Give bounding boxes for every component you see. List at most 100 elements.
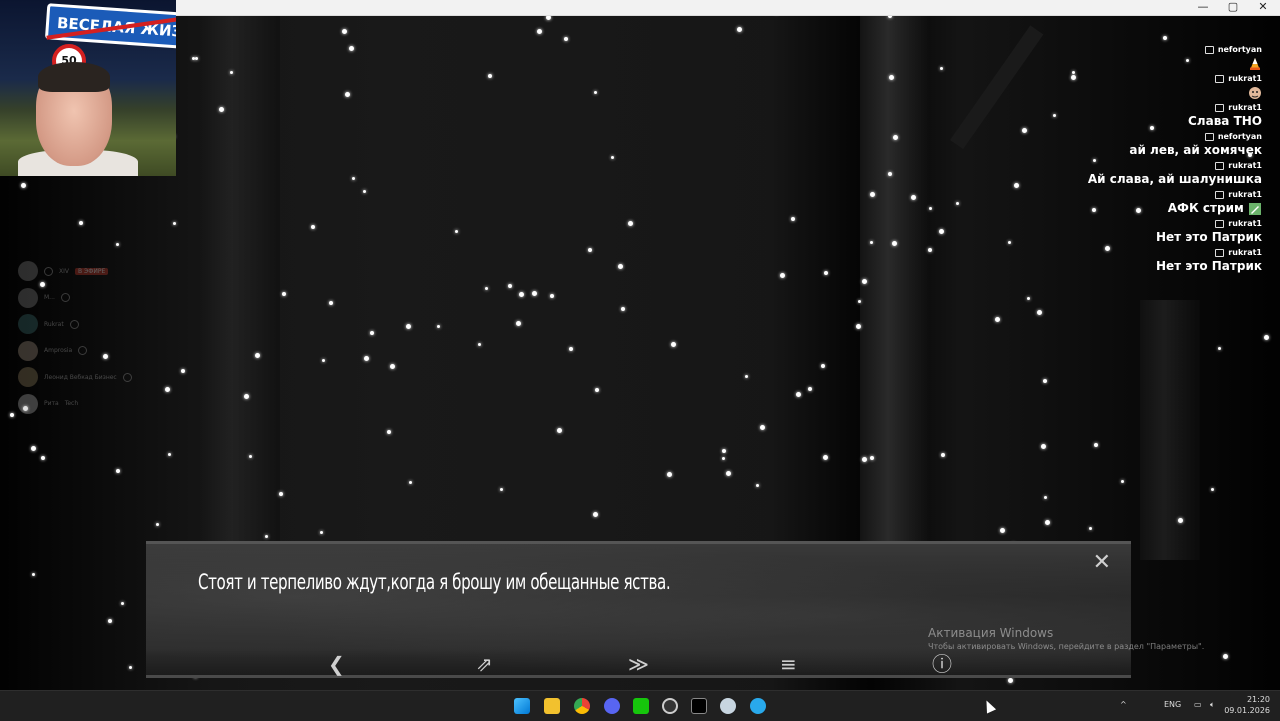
snowflake	[595, 388, 599, 392]
snowflake	[1045, 520, 1050, 525]
chat-username: rukrat1	[1228, 74, 1262, 83]
capcut-icon[interactable]	[691, 698, 707, 714]
snowflake	[488, 74, 492, 78]
watermark-title: Активация Windows	[928, 626, 1054, 640]
snowflake	[500, 488, 503, 491]
streamer-hair	[38, 62, 110, 92]
snowflake	[390, 364, 395, 369]
snowflake	[282, 292, 286, 296]
back-icon[interactable]: ❮	[328, 654, 345, 674]
chat-text: ай лев, ай хомячек	[1129, 143, 1262, 157]
chat-text: Нет это Патрик	[1155, 259, 1262, 273]
voice-user: Amprosia	[18, 338, 188, 365]
windows-start-icon[interactable]	[514, 698, 530, 714]
snowflake	[1218, 347, 1221, 350]
snowflake	[156, 523, 159, 526]
snowflake	[1121, 480, 1124, 483]
avatar	[18, 340, 38, 361]
pillar-left	[200, 0, 280, 560]
chat-message: rukrat1 АФК стрим	[1012, 189, 1262, 216]
snowflake	[129, 666, 132, 669]
mic-icon	[78, 346, 88, 356]
info-icon[interactable]: ⓘ	[932, 654, 952, 674]
obs-icon[interactable]	[662, 698, 678, 714]
avatar	[18, 314, 38, 335]
voice-user-name: M...	[44, 294, 55, 302]
snowflake	[821, 364, 825, 368]
chat-username: nefortyan	[1217, 132, 1262, 141]
snowflake	[322, 359, 325, 362]
snowflake	[508, 284, 512, 288]
snowflake	[455, 230, 458, 233]
steam-icon[interactable]	[720, 698, 736, 714]
snowflake	[108, 619, 112, 623]
snowflake	[1044, 496, 1047, 499]
avatar	[18, 261, 38, 282]
fast-forward-icon[interactable]: ≫	[628, 654, 649, 674]
snowflake	[345, 92, 350, 97]
minimize-button[interactable]: —	[1186, 0, 1220, 15]
snowflake	[726, 471, 731, 476]
snowflake	[195, 57, 198, 60]
network-icon[interactable]: ▭	[1194, 700, 1202, 709]
voice-user-name: XIV	[59, 267, 69, 275]
language-indicator[interactable]: ENG	[1164, 700, 1181, 709]
snowflake	[532, 291, 537, 296]
taskbar: ^ ENG ▭ 🔈︎ 21:20 09.01.2026	[0, 690, 1280, 721]
snowflake	[588, 248, 592, 252]
clock-time: 21:20	[1246, 695, 1270, 704]
chat-text: Ай слава, ай шалунишка	[1087, 172, 1262, 186]
snowflake	[824, 271, 828, 275]
snowflake	[537, 29, 542, 34]
snowflake	[1223, 654, 1228, 659]
terminal-icon[interactable]	[633, 698, 649, 714]
snowflake	[519, 292, 524, 297]
snowflake	[808, 387, 812, 391]
volume-icon[interactable]: 🔈︎	[1210, 700, 1215, 710]
chat-message: nefortyan ай лев, ай хомячек	[1012, 131, 1262, 158]
voice-user-name: Леонид Вебкад Бизнес	[44, 373, 117, 381]
dialogue-text: Стоят и терпеливо ждут,когда я брошу им …	[198, 570, 671, 594]
snowflake	[722, 457, 725, 460]
snowflake	[1094, 443, 1098, 447]
snowflake	[485, 287, 488, 290]
maximize-button[interactable]: ▢	[1216, 0, 1250, 15]
moderator-badge-icon	[1215, 248, 1225, 257]
file-explorer-icon[interactable]	[544, 698, 560, 714]
chrome-icon[interactable]	[574, 698, 590, 714]
snowflake	[478, 343, 481, 346]
snowflake	[737, 27, 742, 32]
pencil-emote-icon	[1249, 202, 1261, 215]
tray-chevron-icon[interactable]: ^	[1120, 700, 1127, 709]
snowflake	[791, 217, 795, 221]
snowflake	[796, 392, 801, 397]
snowflake	[79, 221, 83, 225]
voice-user-name: Rukrat	[44, 320, 64, 328]
snowflake	[745, 375, 748, 378]
snowflake	[329, 301, 333, 305]
close-icon[interactable]: ✕	[1093, 550, 1111, 575]
moderator-badge-icon	[1215, 219, 1225, 228]
snowflake	[364, 356, 369, 361]
snowflake	[516, 321, 521, 326]
snowflake	[621, 307, 625, 311]
snowflake	[1163, 36, 1167, 40]
pillar-center	[860, 0, 930, 560]
clock[interactable]: 21:20 09.01.2026	[1224, 694, 1270, 716]
snowflake	[387, 430, 391, 434]
snowflake	[10, 413, 14, 417]
chat-message: rukrat1 Слава ТНО	[1012, 102, 1262, 129]
watermark-subtitle: Чтобы активировать Windows, перейдите в …	[928, 642, 1205, 651]
chat-username: rukrat1	[1228, 190, 1262, 199]
snowflake	[760, 425, 765, 430]
discord-icon[interactable]	[604, 698, 620, 714]
snowflake	[173, 222, 176, 225]
close-button[interactable]: ✕	[1246, 0, 1280, 15]
snowflake	[168, 453, 171, 456]
snowflake	[41, 456, 45, 460]
menu-icon[interactable]: ≡	[780, 654, 797, 674]
snowflake	[311, 225, 315, 229]
snowflake	[1264, 335, 1269, 340]
skip-icon[interactable]: ⇗	[476, 654, 493, 674]
telegram-icon[interactable]	[750, 698, 766, 714]
